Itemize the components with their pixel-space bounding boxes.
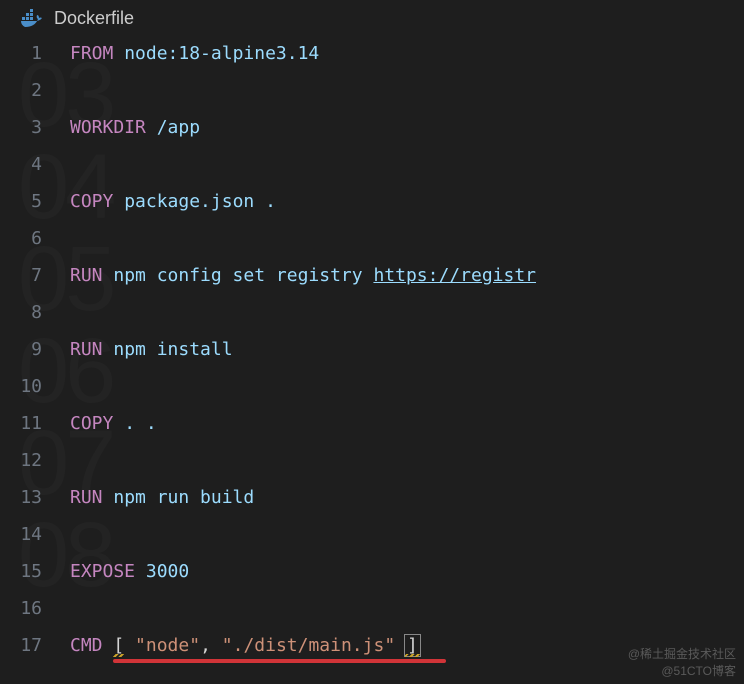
- code-line[interactable]: RUN npm run build: [70, 479, 744, 516]
- line-number: 1: [0, 35, 42, 72]
- code-text: npm run build: [103, 487, 255, 508]
- code-text: npm install: [103, 339, 233, 360]
- dockerfile-keyword: EXPOSE: [70, 561, 135, 582]
- code-editor[interactable]: 1 2 3 4 5 6 7 8 9 10 11 12 13 14 15 16 1…: [0, 35, 744, 664]
- tab-header: Dockerfile: [0, 0, 744, 35]
- bracket-open: [: [113, 635, 124, 656]
- code-line[interactable]: [70, 516, 744, 553]
- dockerfile-keyword: COPY: [70, 191, 113, 212]
- code-line[interactable]: [70, 220, 744, 257]
- line-number: 6: [0, 220, 42, 257]
- line-number: 14: [0, 516, 42, 553]
- code-text: 3000: [135, 561, 189, 582]
- code-line[interactable]: [70, 72, 744, 109]
- line-number: 12: [0, 442, 42, 479]
- code-line[interactable]: WORKDIR /app: [70, 109, 744, 146]
- code-line[interactable]: RUN npm config set registry https://regi…: [70, 257, 744, 294]
- line-number: 3: [0, 109, 42, 146]
- error-underline: [113, 659, 446, 663]
- code-text: /app: [146, 117, 200, 138]
- line-number: 17: [0, 627, 42, 664]
- watermark: @稀土掘金技术社区 @51CTO博客: [628, 646, 736, 680]
- code-area[interactable]: FROM node:18-alpine3.14 WORKDIR /app COP…: [70, 35, 744, 664]
- dockerfile-keyword: RUN: [70, 487, 103, 508]
- code-line[interactable]: FROM node:18-alpine3.14: [70, 35, 744, 72]
- dockerfile-keyword: WORKDIR: [70, 117, 146, 138]
- tab-title[interactable]: Dockerfile: [54, 8, 134, 29]
- line-number: 7: [0, 257, 42, 294]
- line-number: 4: [0, 146, 42, 183]
- line-number: 5: [0, 183, 42, 220]
- dockerfile-keyword: RUN: [70, 265, 103, 286]
- dockerfile-keyword: COPY: [70, 413, 113, 434]
- string-literal: "node": [135, 635, 200, 656]
- line-number: 8: [0, 294, 42, 331]
- line-number: 2: [0, 72, 42, 109]
- line-gutter: 1 2 3 4 5 6 7 8 9 10 11 12 13 14 15 16 1…: [0, 35, 70, 664]
- code-url[interactable]: https://registr: [373, 265, 536, 286]
- code-line[interactable]: COPY . .: [70, 405, 744, 442]
- code-line[interactable]: [70, 294, 744, 331]
- string-literal: "./dist/main.js": [222, 635, 395, 656]
- code-line[interactable]: COPY package.json .: [70, 183, 744, 220]
- code-text: package.json .: [113, 191, 276, 212]
- line-number: 11: [0, 405, 42, 442]
- code-line[interactable]: RUN npm install: [70, 331, 744, 368]
- line-number: 9: [0, 331, 42, 368]
- dockerfile-keyword: RUN: [70, 339, 103, 360]
- code-text: node:18-alpine3.14: [113, 43, 319, 64]
- code-line[interactable]: [70, 590, 744, 627]
- code-line[interactable]: EXPOSE 3000: [70, 553, 744, 590]
- code-line[interactable]: [70, 368, 744, 405]
- line-number: 16: [0, 590, 42, 627]
- code-text: . .: [113, 413, 156, 434]
- dockerfile-keyword: CMD: [70, 635, 103, 656]
- code-text: npm config set registry: [103, 265, 374, 286]
- dockerfile-keyword: FROM: [70, 43, 113, 64]
- bracket-close: ]: [404, 634, 421, 657]
- code-line[interactable]: [70, 146, 744, 183]
- line-number: 13: [0, 479, 42, 516]
- docker-icon: [20, 9, 44, 29]
- code-line[interactable]: [70, 442, 744, 479]
- line-number: 10: [0, 368, 42, 405]
- line-number: 15: [0, 553, 42, 590]
